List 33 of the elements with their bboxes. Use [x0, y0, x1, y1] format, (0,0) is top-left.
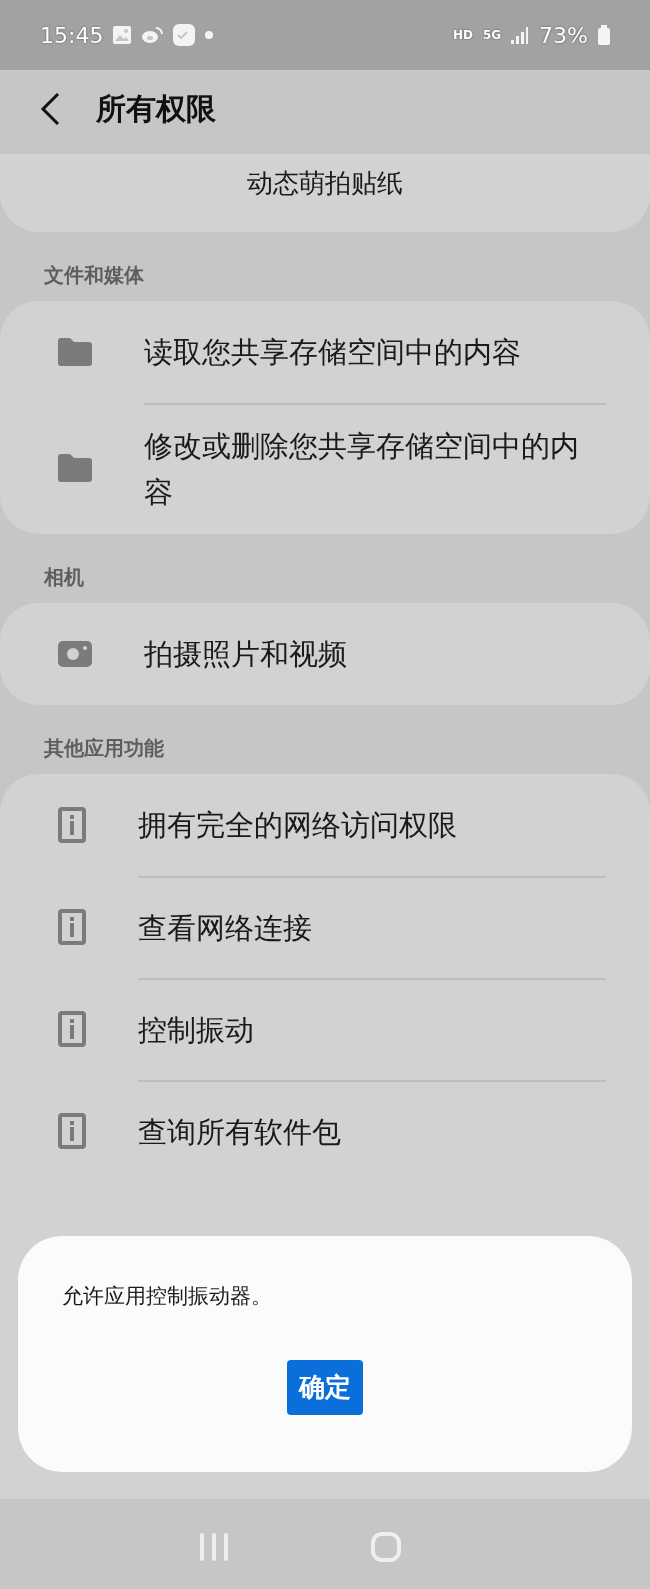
- status-time: 15:45: [40, 22, 104, 48]
- page-title: 所有权限: [96, 89, 216, 128]
- back-button[interactable]: [40, 92, 60, 126]
- permission-label[interactable]: 查询所有软件包: [138, 1108, 341, 1155]
- image-icon: [113, 26, 132, 44]
- info-icon: [58, 1010, 86, 1047]
- section-title: 文件和媒体: [43, 262, 145, 289]
- list-item[interactable]: 动态萌拍贴纸: [0, 154, 650, 232]
- info-icon: [58, 806, 86, 843]
- recents-button[interactable]: [198, 1531, 230, 1563]
- folder-icon: [58, 454, 92, 483]
- network-label: HD: [452, 28, 473, 42]
- confirm-button[interactable]: 确定: [287, 1360, 363, 1415]
- network-label: 5G: [482, 28, 502, 42]
- dialog-message: 允许应用控制振动器。: [62, 1283, 273, 1310]
- section-title: 相机: [42, 563, 85, 591]
- permission-label[interactable]: 查看网络连接: [138, 904, 312, 951]
- home-button[interactable]: [370, 1531, 402, 1563]
- permission-label[interactable]: 修改或删除您共享存储空间中的内容: [144, 423, 606, 516]
- permission-label[interactable]: 控制振动: [138, 1006, 254, 1053]
- signal-icon: [511, 26, 530, 44]
- battery-icon: [598, 25, 610, 45]
- battery-percent: 73%: [539, 22, 588, 48]
- permission-label[interactable]: 拍摄照片和视频: [144, 630, 347, 677]
- camera-icon: [58, 640, 92, 667]
- app-icon: [173, 24, 196, 46]
- folder-icon: [58, 338, 92, 366]
- dot-icon: [205, 31, 214, 39]
- permission-label[interactable]: 拥有完全的网络访问权限: [138, 801, 457, 848]
- info-icon: [58, 1112, 86, 1149]
- permission-label[interactable]: 读取您共享存储空间中的内容: [144, 328, 521, 376]
- section-title: 其他应用功能: [43, 734, 165, 762]
- info-icon: [58, 908, 86, 945]
